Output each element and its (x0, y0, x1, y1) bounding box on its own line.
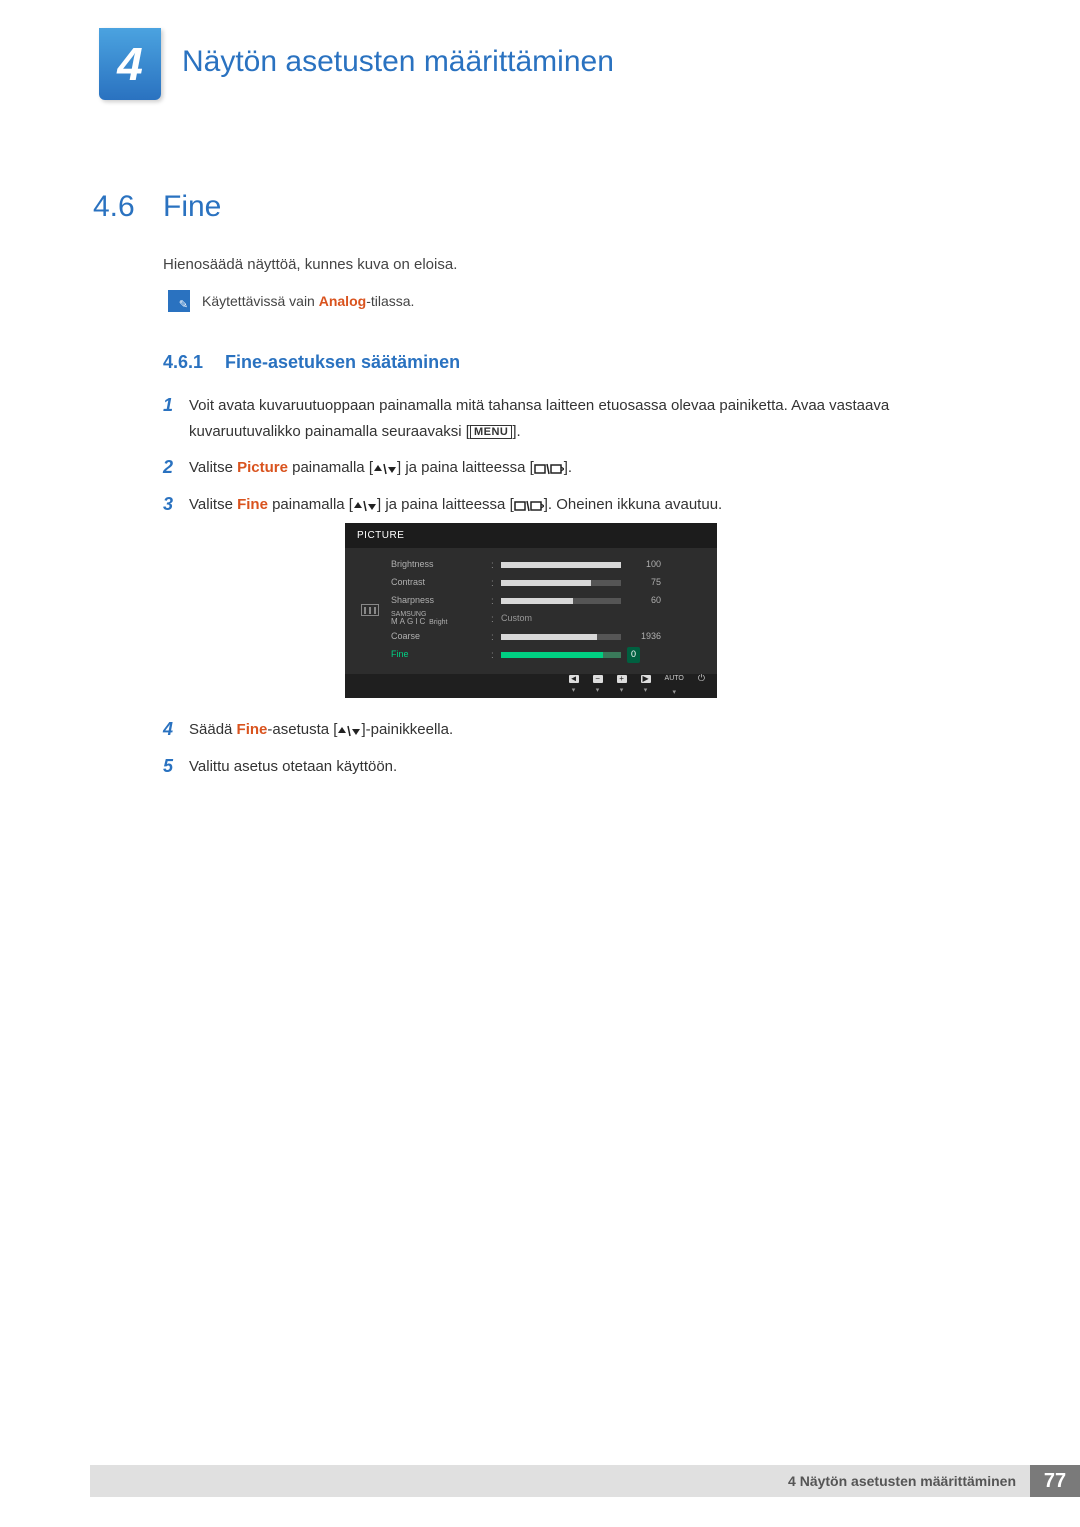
section-intro: Hienosäädä näyttöä, kunnes kuva on elois… (163, 256, 457, 273)
osd-back-icon: ◄▾ (569, 675, 579, 697)
osd-row-fine: Fine : 0 (391, 646, 701, 664)
note-row: ✎ Käytettävissä vain Analog-tilassa. (168, 290, 414, 312)
note-icon: ✎ (168, 290, 190, 312)
step-2: 2 Valitse Picture painamalla [] ja paina… (163, 455, 985, 481)
osd-row-brightness: Brightness : 100 (391, 556, 701, 574)
step-3: 3 Valitse Fine painamalla [] ja paina la… (163, 492, 985, 707)
up-down-arrow-icon (337, 725, 361, 737)
subsection-number: 4.6.1 (163, 352, 203, 373)
step-number: 4 (163, 717, 189, 743)
osd-row-coarse: Coarse : 1936 (391, 628, 701, 646)
fine-keyword: Fine (237, 496, 268, 513)
select-source-icon (514, 500, 544, 512)
step-number: 2 (163, 455, 189, 481)
up-down-arrow-icon (353, 500, 377, 512)
analog-keyword: Analog (319, 293, 366, 309)
osd-minus-icon: −▾ (593, 675, 603, 697)
step-number: 3 (163, 492, 189, 707)
osd-row-magic-bright: SAMSUNGMAGIC Bright : Custom (391, 610, 701, 628)
osd-row-sharpness: Sharpness : 60 (391, 592, 701, 610)
osd-auto-label: AUTO▾ (665, 673, 684, 699)
subsection-title: Fine-asetuksen säätäminen (225, 352, 460, 373)
select-source-icon (534, 463, 564, 475)
step-4: 4 Säädä Fine-asetusta []-painikkeella. (163, 717, 985, 743)
steps-list: 1 Voit avata kuvaruutuoppaan painamalla … (163, 393, 985, 790)
up-down-arrow-icon (373, 463, 397, 475)
step-1: 1 Voit avata kuvaruutuoppaan painamalla … (163, 393, 985, 444)
section-number: 4.6 (93, 190, 135, 224)
section-title: Fine (163, 190, 221, 224)
osd-plus-icon: +▾ (617, 675, 627, 697)
page-number: 77 (1030, 1465, 1080, 1497)
chapter-title: Näytön asetusten määrittäminen (182, 45, 614, 79)
osd-power-icon: ⏻ (698, 671, 705, 700)
osd-category-icon (361, 604, 379, 616)
menu-button-label: MENU (470, 425, 512, 439)
osd-footer: ◄▾ −▾ +▾ ▶▾ AUTO▾ ⏻ (345, 674, 717, 698)
step-number: 5 (163, 754, 189, 780)
note-text: Käytettävissä vain Analog-tilassa. (202, 293, 414, 309)
page-footer: 4 Näytön asetusten määrittäminen 77 (90, 1465, 1080, 1497)
osd-title: PICTURE (345, 523, 717, 548)
osd-enter-icon: ▶▾ (641, 675, 651, 697)
osd-row-contrast: Contrast : 75 (391, 574, 701, 592)
footer-chapter-label: 4 Näytön asetusten määrittäminen (90, 1465, 1030, 1497)
fine-keyword: Fine (237, 721, 268, 738)
step-number: 1 (163, 393, 189, 444)
osd-menu: PICTURE Brightness : 100 Contrast (345, 523, 717, 698)
chapter-number-badge: 4 (99, 28, 161, 100)
picture-keyword: Picture (237, 459, 288, 476)
step-5: 5 Valittu asetus otetaan käyttöön. (163, 754, 985, 780)
